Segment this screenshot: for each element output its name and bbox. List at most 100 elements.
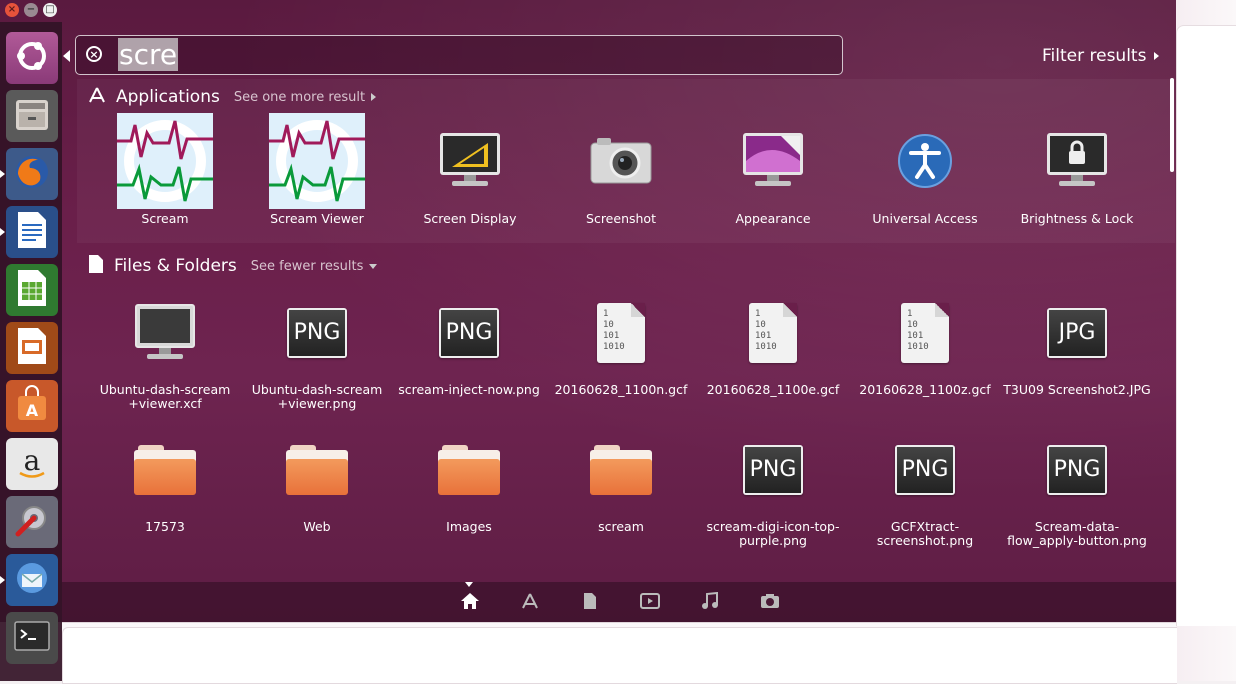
scream-viewer-app-icon [269,112,365,212]
file-item[interactable]: PNG GCFXtract-screenshot.png [849,420,1001,548]
file-label: Ubuntu-dash-scream +viewer.xcf [99,382,231,411]
png-file-icon: PNG [895,445,955,495]
scream-app-icon [117,112,213,212]
folder-item[interactable]: Images [393,420,545,534]
file-label: 20160628_1100z.gcf [859,382,991,397]
file-cabinet-icon [12,94,52,138]
file-label: scream-digi-icon-top-purple.png [706,519,840,548]
launcher-impress[interactable] [6,322,58,374]
applications-lens-icon [521,592,539,614]
window-controls: × − □ [5,3,57,17]
filter-results-button[interactable]: Filter results [1042,46,1160,66]
binary-file-icon: 1 10 101 1010 [597,303,645,363]
svg-text:a: a [24,444,41,477]
file-label: 20160628_1100n.gcf [554,382,688,397]
lens-files-button[interactable] [579,592,601,614]
png-file-icon: PNG [1047,445,1107,495]
launcher-writer[interactable] [0,206,58,258]
close-button[interactable]: × [5,3,19,17]
app-scream[interactable]: Scream [89,112,241,226]
collapse-arrow-icon [369,263,378,269]
file-label: scream-inject-now.png [398,382,540,397]
file-item[interactable]: Ubuntu-dash-scream +viewer.xcf [89,283,241,411]
folder-icon [438,445,500,495]
amazon-icon: a [12,442,52,486]
launcher-files[interactable] [6,90,58,142]
folder-item[interactable]: Web [241,420,393,534]
png-file-icon: PNG [743,445,803,495]
thunderbird-icon [12,558,52,602]
app-universal-access[interactable]: Universal Access [849,112,1001,226]
folder-icon [286,445,348,495]
settings-wrench-icon [12,500,52,544]
app-scream-viewer[interactable]: Scream Viewer [241,112,393,226]
app-screen-display[interactable]: Screen Display [394,112,546,226]
dash-pointer [63,50,70,62]
file-label: Scream-data-flow_apply-button.png [1007,519,1147,548]
folder-icon [134,445,196,495]
launcher-terminal[interactable] [6,612,58,664]
launcher-amazon[interactable]: a [6,438,58,490]
launcher-dash-home[interactable] [6,32,58,84]
minimize-button[interactable]: − [24,3,38,17]
search-bar[interactable]: × scre [75,35,843,75]
clear-search-icon[interactable]: × [86,46,102,62]
file-item[interactable]: 1 10 101 1010 20160628_1100z.gcf [849,283,1001,397]
app-label: Brightness & Lock [1020,211,1134,226]
file-item[interactable]: PNG Ubuntu-dash-scream +viewer.png [241,283,393,411]
file-item[interactable]: PNG Scream-data-flow_apply-button.png [1001,420,1153,548]
home-icon [460,592,480,614]
file-label: Ubuntu-dash-scream +viewer.png [251,382,383,411]
see-more-results-link[interactable]: See one more result [234,90,377,105]
search-input[interactable]: scre [118,38,179,71]
lens-home-button[interactable] [459,592,481,614]
binary-file-icon: 1 10 101 1010 [749,303,797,363]
jpg-file-icon: JPG [1047,308,1107,358]
lock-icon [1045,131,1109,194]
lens-bar [62,582,1176,622]
see-fewer-label: See fewer results [250,258,364,274]
folder-item[interactable]: scream [545,420,697,534]
file-item[interactable]: PNG scream-inject-now.png [393,283,545,397]
folder-item[interactable]: 17573 [89,420,241,534]
lens-applications-button[interactable] [519,592,541,614]
app-label: Scream Viewer [270,211,364,226]
active-lens-marker [465,582,473,587]
screen-display-icon [438,131,502,194]
applications-title: Applications [116,87,220,107]
lens-video-button[interactable] [639,592,661,614]
filter-results-label: Filter results [1042,46,1147,66]
lens-music-button[interactable] [699,591,721,614]
binary-file-icon: 1 10 101 1010 [901,303,949,363]
camera-icon [589,135,653,190]
spreadsheet-icon [14,268,50,312]
maximize-button[interactable]: □ [43,3,57,17]
app-appearance[interactable]: Appearance [697,112,849,226]
launcher-firefox[interactable] [0,148,58,200]
music-icon [701,591,719,614]
writer-document-icon [14,210,50,254]
lens-photos-button[interactable] [759,592,781,614]
file-item[interactable]: 1 10 101 1010 20160628_1100e.gcf [697,283,849,397]
video-icon [640,593,660,613]
launcher-system-settings[interactable] [6,496,58,548]
file-item[interactable]: PNG scream-digi-icon-top-purple.png [697,420,849,548]
png-file-icon: PNG [287,308,347,358]
launcher-software-center[interactable]: A [6,380,58,432]
launcher-thunderbird[interactable] [0,554,58,606]
app-label: Screenshot [586,211,656,226]
xcf-file-icon [133,304,197,362]
folder-label: Images [446,519,492,534]
file-item[interactable]: 1 10 101 1010 20160628_1100n.gcf [545,283,697,397]
launcher-calc[interactable] [6,264,58,316]
app-brightness-lock[interactable]: Brightness & Lock [1001,112,1153,226]
png-file-icon: PNG [439,308,499,358]
file-label: GCFXtract-screenshot.png [876,519,974,548]
files-header: Files & Folders See fewer results [88,254,378,278]
presentation-icon [14,326,50,370]
file-item[interactable]: JPG T3U09 Screenshot2.JPG [1001,283,1153,397]
search-query: scre [118,38,179,71]
app-screenshot[interactable]: Screenshot [545,112,697,226]
see-fewer-results-link[interactable]: See fewer results [251,259,378,274]
app-label: Scream [141,211,189,226]
